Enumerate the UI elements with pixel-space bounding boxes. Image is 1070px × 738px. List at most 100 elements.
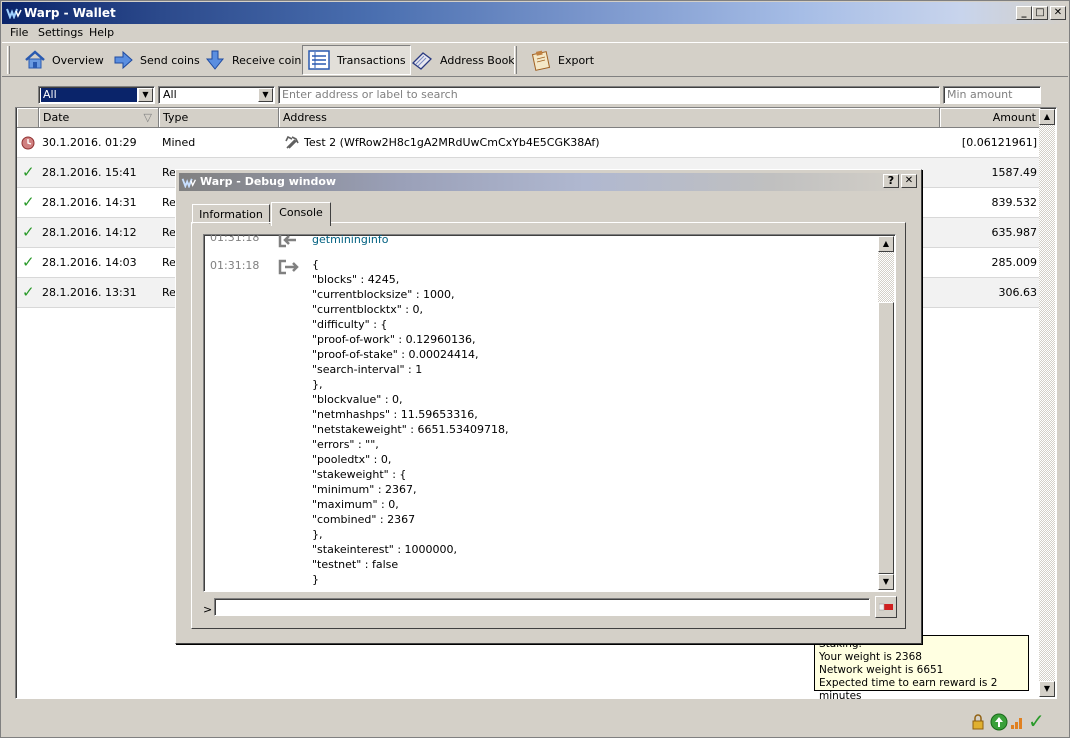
receive-arrow-icon	[205, 50, 225, 70]
menu-settings[interactable]: Settings	[38, 26, 83, 39]
chevron-down-icon[interactable]: ▼	[138, 88, 153, 102]
menu-help[interactable]: Help	[89, 26, 114, 39]
check-icon: ✓	[22, 253, 35, 271]
tooltip-line: Expected time to earn reward is 2 minute…	[819, 677, 998, 702]
address-book-label: Address Book	[440, 53, 515, 67]
debug-title: Warp - Debug window	[200, 175, 337, 188]
connections-icon[interactable]	[1010, 715, 1024, 729]
scroll-down-button[interactable]: ▼	[1039, 681, 1055, 697]
clear-console-button[interactable]	[875, 596, 897, 618]
home-icon	[25, 50, 45, 69]
row-date: 28.1.2016. 14:31	[42, 196, 137, 209]
row-date: 28.1.2016. 14:12	[42, 226, 137, 239]
close-button[interactable]: ✕	[1050, 6, 1066, 20]
header-status[interactable]	[17, 108, 39, 128]
debug-window: Warp - Debug window ? ✕ Information Cons…	[175, 169, 922, 644]
menu-file[interactable]: File	[10, 26, 28, 39]
header-type[interactable]: Type	[159, 108, 279, 128]
row-type: Re	[162, 286, 176, 299]
eraser-icon	[879, 603, 893, 611]
console-output[interactable]: 01:31:18 getmininginfo 01:31:18 { "block…	[203, 234, 896, 592]
receive-coins-button[interactable]: Receive coins	[200, 45, 311, 75]
toolbar-grip[interactable]	[7, 46, 10, 74]
address-book-icon	[412, 52, 432, 70]
mining-tools-icon	[285, 136, 299, 149]
window-title: Warp - Wallet	[24, 6, 116, 20]
command-output: { "blocks" : 4245, "currentblocksize" : …	[312, 258, 509, 586]
sort-down-icon: ▽	[143, 111, 152, 124]
row-amount: 1587.49	[991, 166, 1038, 179]
console-scrollbar[interactable]: ▲ ▼	[878, 236, 894, 590]
title-bar[interactable]: Warp - Wallet _ □ ✕	[2, 2, 1068, 24]
tab-console[interactable]: Console	[271, 202, 331, 226]
warp-logo-icon	[6, 8, 22, 19]
clock-icon	[21, 136, 35, 150]
header-amount[interactable]: Amount	[940, 108, 1041, 128]
main-toolbar: Overview Send coins Receive coins Transa…	[2, 42, 1068, 77]
row-date: 30.1.2016. 01:29	[42, 136, 137, 149]
main-window: Warp - Wallet _ □ ✕ File Settings Help O…	[0, 0, 1070, 738]
row-amount: 635.987	[991, 226, 1038, 239]
header-date[interactable]: Date ▽	[39, 108, 159, 128]
scroll-down-button[interactable]: ▼	[878, 574, 894, 590]
chevron-down-icon[interactable]: ▼	[258, 88, 273, 102]
scroll-up-button[interactable]: ▲	[1039, 109, 1055, 125]
row-amount: 306.63	[998, 286, 1038, 299]
row-type: Re	[162, 226, 176, 239]
debug-title-bar[interactable]: Warp - Debug window ? ✕	[179, 173, 918, 191]
check-icon: ✓	[22, 163, 35, 181]
tooltip-line: Your weight is 2368	[819, 651, 922, 663]
address-book-button[interactable]: Address Book	[406, 45, 519, 75]
table-scrollbar[interactable]: ▲ ▼	[1039, 109, 1055, 697]
lock-icon[interactable]	[971, 714, 985, 730]
command-text: getmininginfo	[312, 234, 389, 246]
row-date: 28.1.2016. 13:31	[42, 286, 137, 299]
row-address: Test 2 (WfRow2H8c1gA2MRdUwCmCxYb4E5CGK38…	[304, 136, 600, 149]
type-filter-value: All	[163, 88, 177, 101]
debug-close-button[interactable]: ✕	[901, 174, 917, 188]
menu-bar: File Settings Help	[2, 24, 1068, 42]
row-type: Re	[162, 166, 176, 179]
header-date-label: Date	[43, 111, 70, 124]
scroll-thumb[interactable]	[878, 302, 894, 574]
send-arrow-icon	[114, 50, 133, 70]
min-amount-input[interactable]: Min amount	[943, 86, 1041, 104]
list-icon	[308, 50, 330, 70]
console-input[interactable]	[214, 598, 870, 616]
help-button[interactable]: ?	[883, 174, 899, 188]
transactions-button[interactable]: Transactions	[302, 45, 411, 75]
console-panel: 01:31:18 getmininginfo 01:31:18 { "block…	[191, 222, 906, 629]
row-type: Re	[162, 196, 176, 209]
minimize-button[interactable]: _	[1016, 6, 1032, 20]
export-button[interactable]: Export	[526, 45, 598, 75]
overview-button[interactable]: Overview	[20, 45, 108, 75]
staking-icon[interactable]	[990, 713, 1008, 731]
row-type: Re	[162, 256, 176, 269]
output-timestamp: 01:31:18	[210, 259, 260, 272]
export-label: Export	[558, 53, 595, 67]
clipboard-icon	[531, 50, 551, 71]
row-type: Mined	[162, 136, 196, 149]
table-row[interactable]: 30.1.2016. 01:29 Mined Test 2 (WfRow2H8c…	[17, 128, 1041, 158]
transactions-label: Transactions	[337, 53, 406, 67]
maximize-button[interactable]: □	[1032, 6, 1048, 20]
check-icon: ✓	[22, 223, 35, 241]
tab-information[interactable]: Information	[192, 204, 270, 224]
command-timestamp: 01:31:18	[210, 234, 260, 244]
scroll-up-button[interactable]: ▲	[878, 236, 894, 252]
check-icon: ✓	[22, 193, 35, 211]
type-filter-select[interactable]: All ▼	[158, 86, 275, 104]
date-filter-value: All	[41, 88, 137, 102]
row-amount: 285.009	[991, 256, 1038, 269]
header-address[interactable]: Address	[279, 108, 940, 128]
check-icon: ✓	[22, 283, 35, 301]
send-coins-button[interactable]: Send coins	[108, 45, 204, 75]
synced-check-icon[interactable]: ✓	[1028, 709, 1045, 733]
row-amount: 839.532	[991, 196, 1038, 209]
address-search-input[interactable]: Enter address or label to search	[278, 86, 940, 104]
output-arrow-icon	[278, 259, 299, 275]
overview-label: Overview	[52, 53, 104, 67]
tooltip-line: Network weight is 6651	[819, 664, 944, 676]
date-filter-select[interactable]: All ▼	[38, 86, 155, 104]
input-arrow-icon	[278, 235, 296, 248]
